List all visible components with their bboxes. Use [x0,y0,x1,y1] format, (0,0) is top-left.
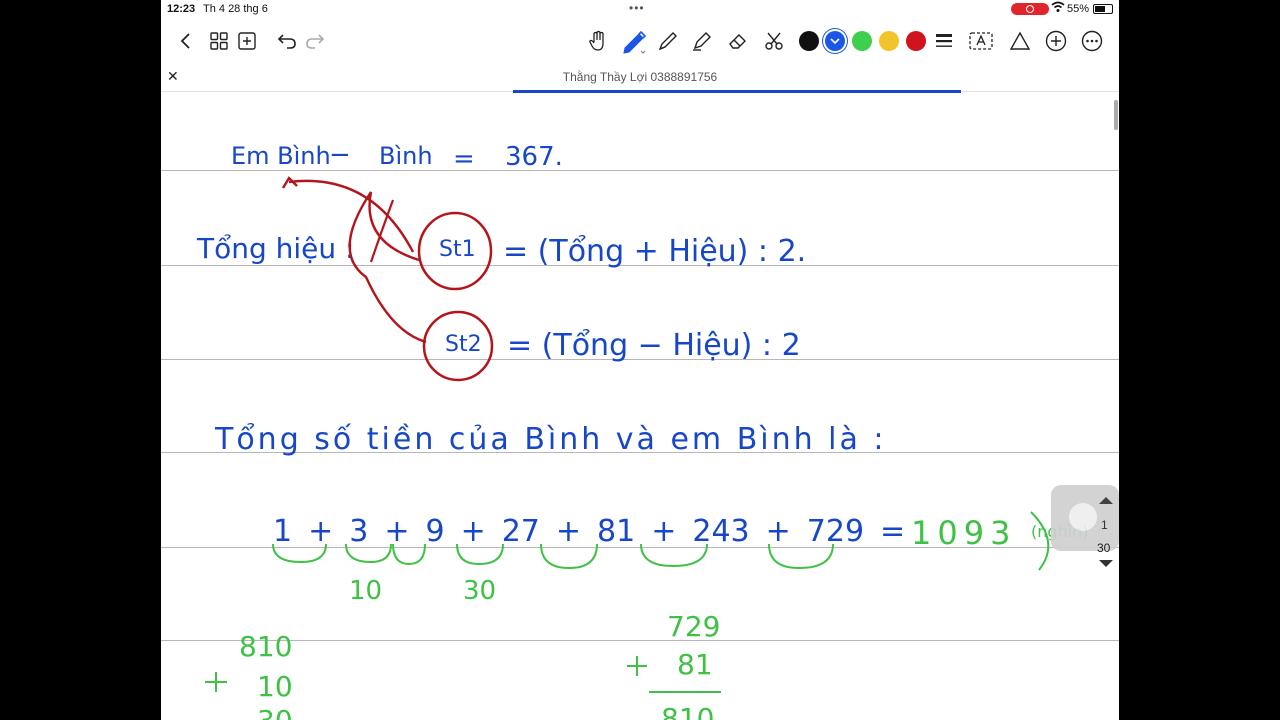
calc-right-row: 729 [667,610,721,643]
color-swatch-red[interactable] [906,31,926,51]
status-date: Th 4 28 thg 6 [203,3,268,15]
calc-right-row: 81 [677,648,713,681]
redo-icon[interactable] [303,22,327,60]
highlighter-tool-icon[interactable] [689,22,715,60]
pencil-tool-icon[interactable] [655,22,681,60]
document-title-bar: ✕ Thằng Thầy Lợi 0388891756 [161,62,1119,92]
battery-icon [1093,4,1113,14]
group-sum-10: 10 [349,576,383,606]
more-options-icon[interactable] [1079,22,1105,60]
color-swatch-green[interactable] [852,31,872,51]
app-screen: 12:23 Th 4 28 thg 6 ••• 55% ✕ Thằng Thầy… [161,0,1119,720]
stroke-width-icon[interactable] [931,22,957,60]
lasso-scissors-icon[interactable] [761,22,787,60]
page-current: 1 [1101,518,1108,532]
add-element-icon[interactable] [1043,22,1069,60]
color-swatch-black[interactable] [799,31,819,51]
hand-tool-icon[interactable] [585,22,611,60]
vertical-scrollbar[interactable] [1114,100,1118,130]
multitask-dots-icon[interactable]: ••• [629,1,645,15]
eraser-tool-icon[interactable] [725,22,751,60]
status-time: 12:23 [167,3,196,15]
calc-left-row: 30 [257,704,293,720]
green-grouping-braces [205,511,1050,693]
calc-right-row: 810 [661,702,715,720]
wifi-icon [1051,1,1065,16]
page-down-icon[interactable] [1099,560,1113,567]
calc-left-row: 810 [239,630,293,663]
color-swatch-yellow[interactable] [879,31,899,51]
add-page-icon[interactable] [235,22,259,60]
document-title: Thằng Thầy Lợi 0388891756 [562,70,718,84]
group-sum-30: 30 [463,576,497,606]
page-total: 30 [1097,541,1111,555]
shapes-icon[interactable] [1007,22,1033,60]
back-chevron-icon[interactable] [173,22,197,60]
screen-record-icon[interactable] [1011,3,1049,15]
color-swatch-blue[interactable] [825,31,845,51]
status-bar: 12:23 Th 4 28 thg 6 ••• 55% [161,0,1119,18]
page-up-icon[interactable] [1099,497,1113,504]
toolbar [161,22,1119,60]
battery-percent: 55% [1067,3,1090,15]
pen-tool-icon[interactable] [619,22,649,60]
note-page[interactable]: Em Bình − Bình = 367. Tổng hiệu : St1 = … [161,90,1119,720]
page-scrubber-knob[interactable] [1069,503,1097,531]
undo-icon[interactable] [275,22,299,60]
grid-view-icon[interactable] [207,22,231,60]
calc-left-row: 10 [257,670,293,703]
text-box-icon[interactable] [967,22,995,60]
